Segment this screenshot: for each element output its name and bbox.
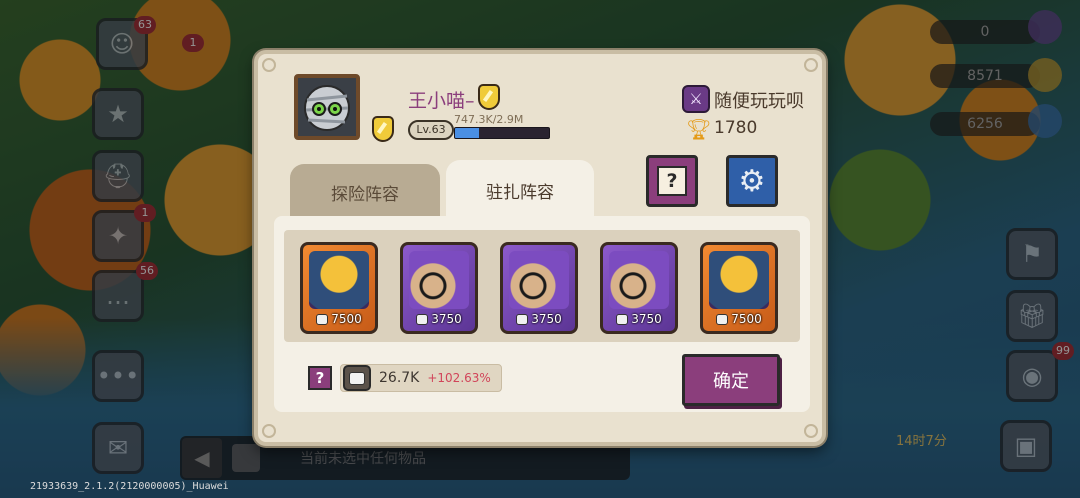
xp-text: 747.3K/2.9M xyxy=(454,113,524,126)
hero-power-4: 3750 xyxy=(631,312,662,326)
hero-slot-5[interactable]: 7500 xyxy=(700,242,778,334)
tab-adventure-lineup[interactable]: 探险阵容 xyxy=(290,164,440,220)
hero-power-2: 3750 xyxy=(431,312,462,326)
owl-wizard-hero-icon xyxy=(609,251,669,309)
guild-name[interactable]: 随便玩玩呗 xyxy=(714,87,804,113)
golden-mask-hero-icon xyxy=(709,251,769,309)
power-help-button[interactable]: ? xyxy=(308,366,332,390)
corner-ornament xyxy=(262,58,276,72)
fist-power-icon xyxy=(343,365,371,391)
gear-icon: ⚙ xyxy=(738,163,766,199)
golden-mask-hero-icon xyxy=(309,251,369,309)
total-power: 26.7K +102.63% xyxy=(340,364,502,392)
fist-icon xyxy=(416,313,429,325)
hero-slot-3[interactable]: 3750 xyxy=(500,242,578,334)
xp-progress-bar xyxy=(454,127,550,139)
help-button[interactable]: ? xyxy=(646,155,698,207)
trophy-count: 1780 xyxy=(714,118,758,138)
hero-lineup-row: 7500 3750 3750 3750 7500 xyxy=(284,230,800,342)
fist-icon xyxy=(316,313,329,325)
total-power-value: 26.7K xyxy=(379,370,420,386)
fist-icon xyxy=(716,313,729,325)
owl-wizard-hero-icon xyxy=(409,251,469,309)
vip-shield-icon xyxy=(478,84,500,110)
mummy-avatar-icon xyxy=(298,78,356,136)
hero-slot-4[interactable]: 3750 xyxy=(600,242,678,334)
tab-garrison-lineup[interactable]: 驻扎阵容 xyxy=(446,160,594,220)
fist-icon xyxy=(616,313,629,325)
corner-ornament xyxy=(804,58,818,72)
guild-emblem-icon: ⚔ xyxy=(682,85,710,113)
fist-icon xyxy=(516,313,529,325)
total-power-row: ? 26.7K +102.63% xyxy=(308,364,502,392)
hero-slot-2[interactable]: 3750 xyxy=(400,242,478,334)
rank-shield-icon xyxy=(372,116,394,142)
xp-progress-fill xyxy=(455,128,480,138)
owl-wizard-hero-icon xyxy=(509,251,569,309)
build-label: 21933639_2.1.2(2120000005)_Huawei xyxy=(30,481,229,492)
hero-power-5: 7500 xyxy=(731,312,762,326)
corner-ornament xyxy=(804,424,818,438)
hero-slot-1[interactable]: 7500 xyxy=(300,242,378,334)
player-level: Lv.63 xyxy=(408,120,454,140)
hero-power-3: 3750 xyxy=(531,312,562,326)
player-name: 王小喵– xyxy=(408,90,475,112)
hero-power-1: 7500 xyxy=(331,312,362,326)
confirm-button[interactable]: 确定 xyxy=(682,354,780,406)
trophy-icon: 🏆︎ xyxy=(686,117,712,141)
corner-ornament xyxy=(262,424,276,438)
question-icon: ? xyxy=(657,166,687,196)
player-avatar[interactable] xyxy=(294,74,360,140)
player-lineup-dialog: 王小喵– Lv.63 747.3K/2.9M ⚔ 随便玩玩呗 🏆︎ 1780 探… xyxy=(254,50,826,446)
power-delta: +102.63% xyxy=(427,371,491,385)
settings-button[interactable]: ⚙ xyxy=(726,155,778,207)
